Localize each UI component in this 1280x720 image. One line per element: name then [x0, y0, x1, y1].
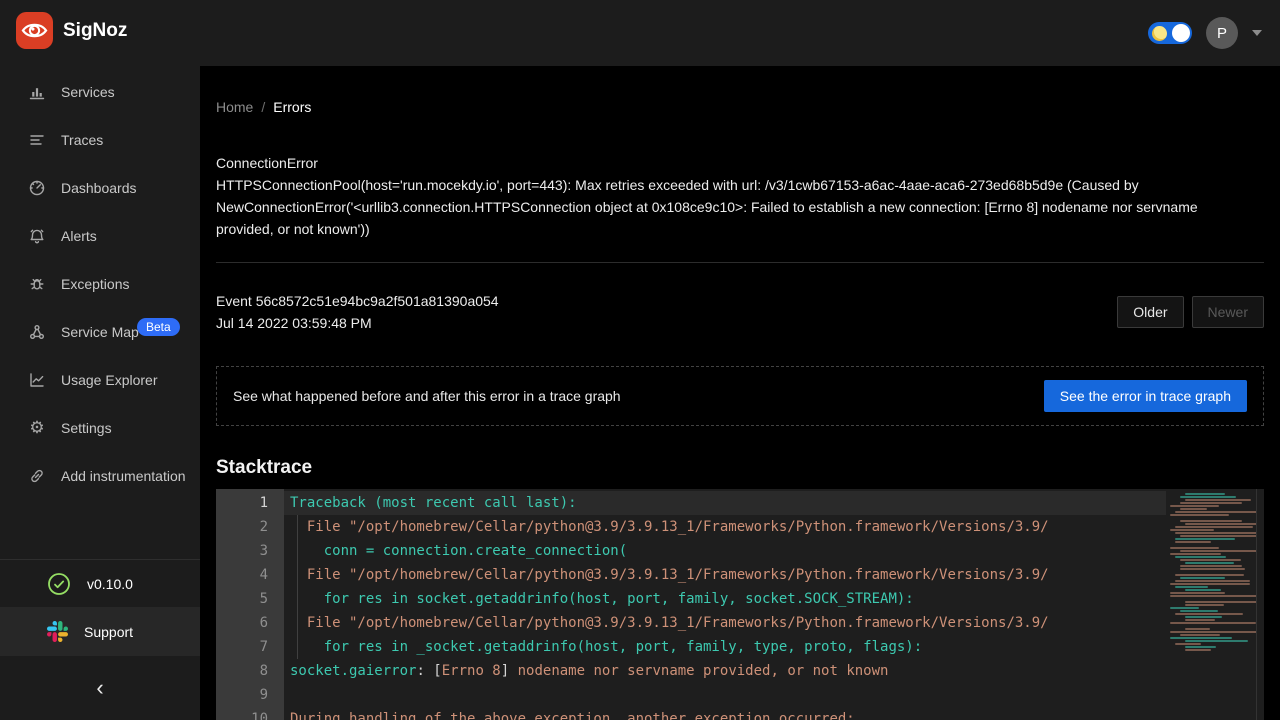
sidebar-item-label: Add instrumentation: [61, 468, 186, 484]
sidebar-item-service-map[interactable]: Service MapBeta: [0, 308, 200, 356]
code-scrollbar[interactable]: [1256, 489, 1264, 720]
breadcrumb-separator: /: [261, 99, 265, 115]
code-line: During handling of the above exception, …: [284, 707, 1166, 720]
toggle-knob: [1172, 24, 1190, 42]
line-number: 3: [216, 539, 284, 563]
support-label: Support: [84, 624, 133, 640]
sidebar-item-label: Settings: [61, 420, 112, 436]
line-number-gutter: 12345678910: [216, 489, 284, 720]
sidebar-item-label: Exceptions: [61, 276, 129, 292]
sidebar-item-label: Usage Explorer: [61, 372, 158, 388]
sidebar-item-add-instrumentation[interactable]: Add instrumentation: [0, 452, 200, 500]
avatar[interactable]: P: [1206, 17, 1238, 49]
collapse-sidebar-icon[interactable]: ‹: [96, 678, 103, 698]
node-graph-icon: [28, 323, 46, 341]
check-circle-icon: [47, 572, 71, 596]
trace-graph-callout: See what happened before and after this …: [216, 366, 1264, 426]
code-line: File "/opt/homebrew/Cellar/python@3.9/3.…: [284, 515, 1166, 539]
sidebar-item-settings[interactable]: ⚙ Settings: [0, 404, 200, 452]
code-line: for res in _socket.getaddrinfo(host, por…: [284, 635, 1166, 659]
line-number: 9: [216, 683, 284, 707]
beta-badge: Beta: [137, 318, 180, 336]
code-line: for res in socket.getaddrinfo(host, port…: [284, 587, 1166, 611]
code-line: File "/opt/homebrew/Cellar/python@3.9/3.…: [284, 611, 1166, 635]
code-line: [284, 683, 1166, 707]
sidebar-item-traces[interactable]: Traces: [0, 116, 200, 164]
code-line: conn = connection.create_connection(: [284, 539, 1166, 563]
collapse-row: ‹: [0, 656, 200, 720]
chevron-down-icon[interactable]: [1252, 30, 1262, 36]
sidebar-nav: Services Traces Dashboards Alerts Exceptions…: [0, 66, 200, 500]
sidebar-item-exceptions[interactable]: Exceptions: [0, 260, 200, 308]
version-row[interactable]: v0.10.0: [0, 559, 200, 607]
sidebar-item-label: Traces: [61, 132, 103, 148]
sidebar-item-alerts[interactable]: Alerts: [0, 212, 200, 260]
signoz-logo-icon: [16, 12, 53, 49]
code-line: socket.gaierror: [Errno 8] nodename nor …: [284, 659, 1166, 683]
event-timestamp: Jul 14 2022 03:59:48 PM: [216, 312, 499, 334]
divider: [216, 262, 1264, 263]
code-line: Traceback (most recent call last):: [284, 491, 1166, 515]
main-content: Home / Errors ConnectionError HTTPSConne…: [200, 66, 1280, 720]
sidebar-item-services[interactable]: Services: [0, 68, 200, 116]
newer-button[interactable]: Newer: [1192, 296, 1264, 328]
line-chart-icon: [28, 371, 46, 389]
error-type: ConnectionError: [216, 152, 1264, 174]
line-number: 6: [216, 611, 284, 635]
sidebar-item-support[interactable]: Support: [0, 607, 200, 656]
older-button[interactable]: Older: [1117, 296, 1183, 328]
moon-icon: [1152, 26, 1167, 41]
see-error-in-trace-graph-button[interactable]: See the error in trace graph: [1044, 380, 1247, 412]
top-header: SigNoz P: [0, 0, 1280, 66]
event-nav-buttons: Older Newer: [1117, 296, 1264, 328]
breadcrumb-home-link[interactable]: Home: [216, 99, 253, 115]
sidebar-item-label: Dashboards: [61, 180, 137, 196]
sidebar-item-label: Service Map: [61, 324, 139, 340]
code-line: File "/opt/homebrew/Cellar/python@3.9/3.…: [284, 563, 1166, 587]
sidebar: Services Traces Dashboards Alerts Exceptions…: [0, 66, 200, 720]
dashboard-icon: [28, 179, 46, 197]
line-number: 2: [216, 515, 284, 539]
line-number: 1: [216, 491, 284, 515]
event-info: Event 56c8572c51e94bc9a2f501a81390a054 J…: [216, 290, 499, 334]
link-icon: [28, 467, 46, 485]
sidebar-bottom: v0.10.0 Support ‹: [0, 559, 200, 720]
version-label: v0.10.0: [87, 576, 133, 592]
stacktrace-code-block: 12345678910 Traceback (most recent call …: [216, 489, 1264, 720]
line-number: 5: [216, 587, 284, 611]
code-lines: Traceback (most recent call last): File …: [284, 489, 1166, 720]
gear-icon: ⚙: [28, 419, 46, 437]
stacktrace-title: Stacktrace: [216, 457, 1264, 479]
brand-name: SigNoz: [63, 20, 127, 42]
line-number: 7: [216, 635, 284, 659]
trace-callout-text: See what happened before and after this …: [233, 388, 621, 404]
header-actions: P: [1148, 0, 1262, 66]
list-lines-icon: [28, 131, 46, 149]
brand[interactable]: SigNoz: [16, 12, 127, 49]
error-message: HTTPSConnectionPool(host='run.mocekdy.io…: [216, 174, 1248, 240]
bar-chart-icon: [28, 83, 46, 101]
line-number: 8: [216, 659, 284, 683]
slack-icon: [47, 621, 68, 642]
line-number: 10: [216, 707, 284, 720]
breadcrumb-current: Errors: [273, 99, 311, 115]
breadcrumb: Home / Errors: [216, 99, 1264, 115]
line-number: 4: [216, 563, 284, 587]
bug-icon: [28, 275, 46, 293]
error-summary: ConnectionError HTTPSConnectionPool(host…: [216, 152, 1264, 240]
alert-bell-icon: [28, 227, 46, 245]
sidebar-item-label: Services: [61, 84, 115, 100]
code-minimap[interactable]: [1166, 489, 1256, 720]
theme-toggle[interactable]: [1148, 22, 1192, 44]
event-id: Event 56c8572c51e94bc9a2f501a81390a054: [216, 290, 499, 312]
sidebar-item-dashboards[interactable]: Dashboards: [0, 164, 200, 212]
sidebar-item-label: Alerts: [61, 228, 97, 244]
event-row: Event 56c8572c51e94bc9a2f501a81390a054 J…: [216, 290, 1264, 334]
sidebar-item-usage-explorer[interactable]: Usage Explorer: [0, 356, 200, 404]
